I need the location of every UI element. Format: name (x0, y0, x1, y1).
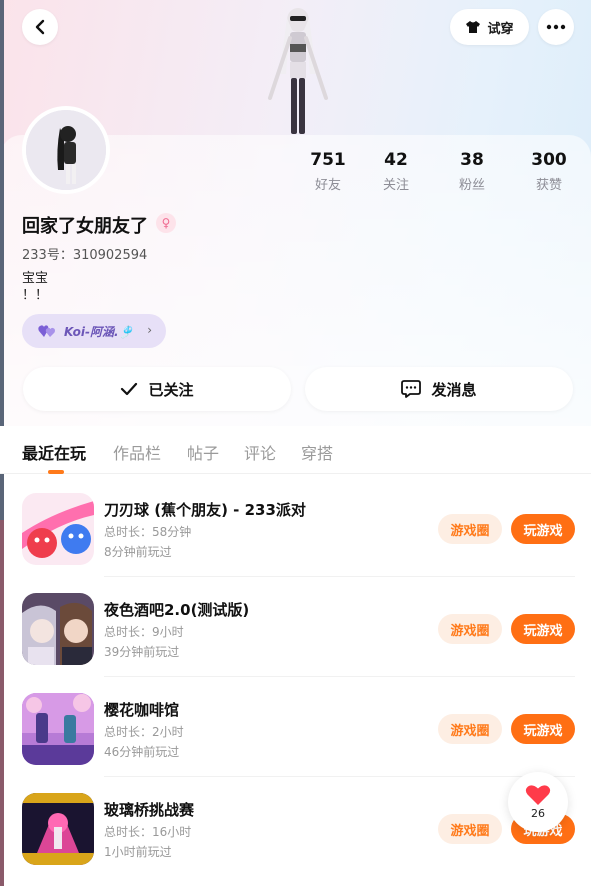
game-circle-button[interactable]: 游戏圈 (438, 514, 502, 544)
floating-like-button[interactable]: 26 (508, 772, 568, 832)
stat-following[interactable]: 42 关注 (361, 150, 431, 193)
stat-label: 关注 (382, 178, 409, 193)
avatar-image (26, 110, 106, 190)
tab-recently-played[interactable]: 最近在玩 (22, 440, 86, 464)
game-total-duration: 总时长：9小时 (104, 625, 184, 639)
chevron-left-icon (35, 19, 45, 35)
game-last-played: 8分钟前玩过 (104, 545, 172, 559)
game-total-duration: 总时长：16小时 (104, 825, 192, 839)
game-total-duration: 总时长：58分钟 (104, 525, 192, 539)
game-circle-button[interactable]: 游戏圈 (438, 614, 502, 644)
game-total-duration: 总时长：2小时 (104, 725, 184, 739)
game-icon (22, 793, 94, 865)
chevron-right-icon: › (147, 323, 152, 337)
female-gender-icon: ♀ (156, 213, 176, 233)
cp-relationship-pill[interactable]: Koi-阿涵.🎐 › (22, 314, 166, 348)
game-icon (22, 493, 94, 565)
stat-fans[interactable]: 38 粉丝 (437, 150, 507, 193)
more-dots-icon (546, 24, 566, 30)
heart-icon (525, 785, 551, 805)
tab-comments[interactable]: 评论 (244, 440, 276, 464)
game-title: 玻璃桥挑战赛 (104, 801, 195, 819)
stat-label: 获赞 (535, 178, 562, 193)
tab-works[interactable]: 作品栏 (113, 440, 161, 464)
game-list-item[interactable]: 玻璃桥挑战赛 总时长：16小时 1小时前玩过 游戏圈 玩游戏 (0, 777, 591, 877)
try-on-label: 试穿 (487, 21, 514, 37)
stat-friends[interactable]: 751 好友 (293, 150, 363, 193)
tshirt-icon (466, 21, 481, 33)
profile-tabs: 最近在玩 作品栏 帖子 评论 穿搭 (0, 426, 591, 474)
stat-label: 粉丝 (458, 178, 485, 193)
user-id[interactable]: 233号：310902594 (22, 244, 147, 263)
username: 回家了女朋友了 (22, 216, 148, 237)
heart-pair-icon (38, 325, 55, 337)
game-icon (22, 693, 94, 765)
game-last-played: 39分钟前玩过 (104, 645, 180, 659)
game-title: 刀刃球 (蕉个朋友) - 233派对 (104, 501, 306, 519)
avatar-3d-figure (268, 8, 328, 134)
play-game-button[interactable]: 玩游戏 (511, 514, 575, 544)
try-on-button[interactable]: 试穿 (450, 9, 529, 45)
stat-label: 好友 (314, 178, 341, 193)
follow-label: 已关注 (148, 380, 194, 399)
tab-posts[interactable]: 帖子 (187, 440, 219, 464)
follow-button[interactable]: 已关注 (23, 367, 291, 411)
game-title: 樱花咖啡馆 (104, 701, 180, 719)
back-button[interactable] (22, 9, 58, 45)
stat-likes[interactable]: 300 获赞 (514, 150, 584, 193)
more-options-button[interactable] (538, 9, 574, 45)
game-list-item[interactable]: 刀刃球 (蕉个朋友) - 233派对 总时长：58分钟 8分钟前玩过 游戏圈 玩… (0, 477, 591, 577)
message-label: 发消息 (431, 380, 477, 399)
game-icon (22, 593, 94, 665)
chat-bubble-icon (401, 380, 422, 398)
game-circle-button[interactable]: 游戏圈 (438, 814, 502, 844)
stat-value: 38 (460, 150, 484, 170)
stat-value: 42 (384, 150, 408, 170)
game-list-item[interactable]: 樱花咖啡馆 总时长：2小时 46分钟前玩过 游戏圈 玩游戏 (0, 677, 591, 777)
profile-avatar[interactable] (22, 106, 110, 194)
stat-value: 300 (531, 150, 567, 170)
game-last-played: 46分钟前玩过 (104, 745, 180, 759)
stat-value: 751 (310, 150, 346, 170)
game-circle-button[interactable]: 游戏圈 (438, 714, 502, 744)
game-list-item[interactable]: 夜色酒吧2.0(测试版) 总时长：9小时 39分钟前玩过 游戏圈 玩游戏 (0, 577, 591, 677)
game-last-played: 1小时前玩过 (104, 845, 172, 859)
play-game-button[interactable]: 玩游戏 (511, 614, 575, 644)
checkmark-icon (121, 382, 138, 396)
play-game-button[interactable]: 玩游戏 (511, 714, 575, 744)
tab-outfits[interactable]: 穿搭 (301, 440, 333, 464)
cp-name: Koi-阿涵.🎐 (64, 324, 134, 339)
send-message-button[interactable]: 发消息 (305, 367, 573, 411)
game-title: 夜色酒吧2.0(测试版) (104, 601, 250, 619)
user-bio: 宝宝 ！！ (22, 271, 49, 303)
active-tab-indicator (48, 470, 64, 474)
like-count: 26 (531, 807, 545, 820)
